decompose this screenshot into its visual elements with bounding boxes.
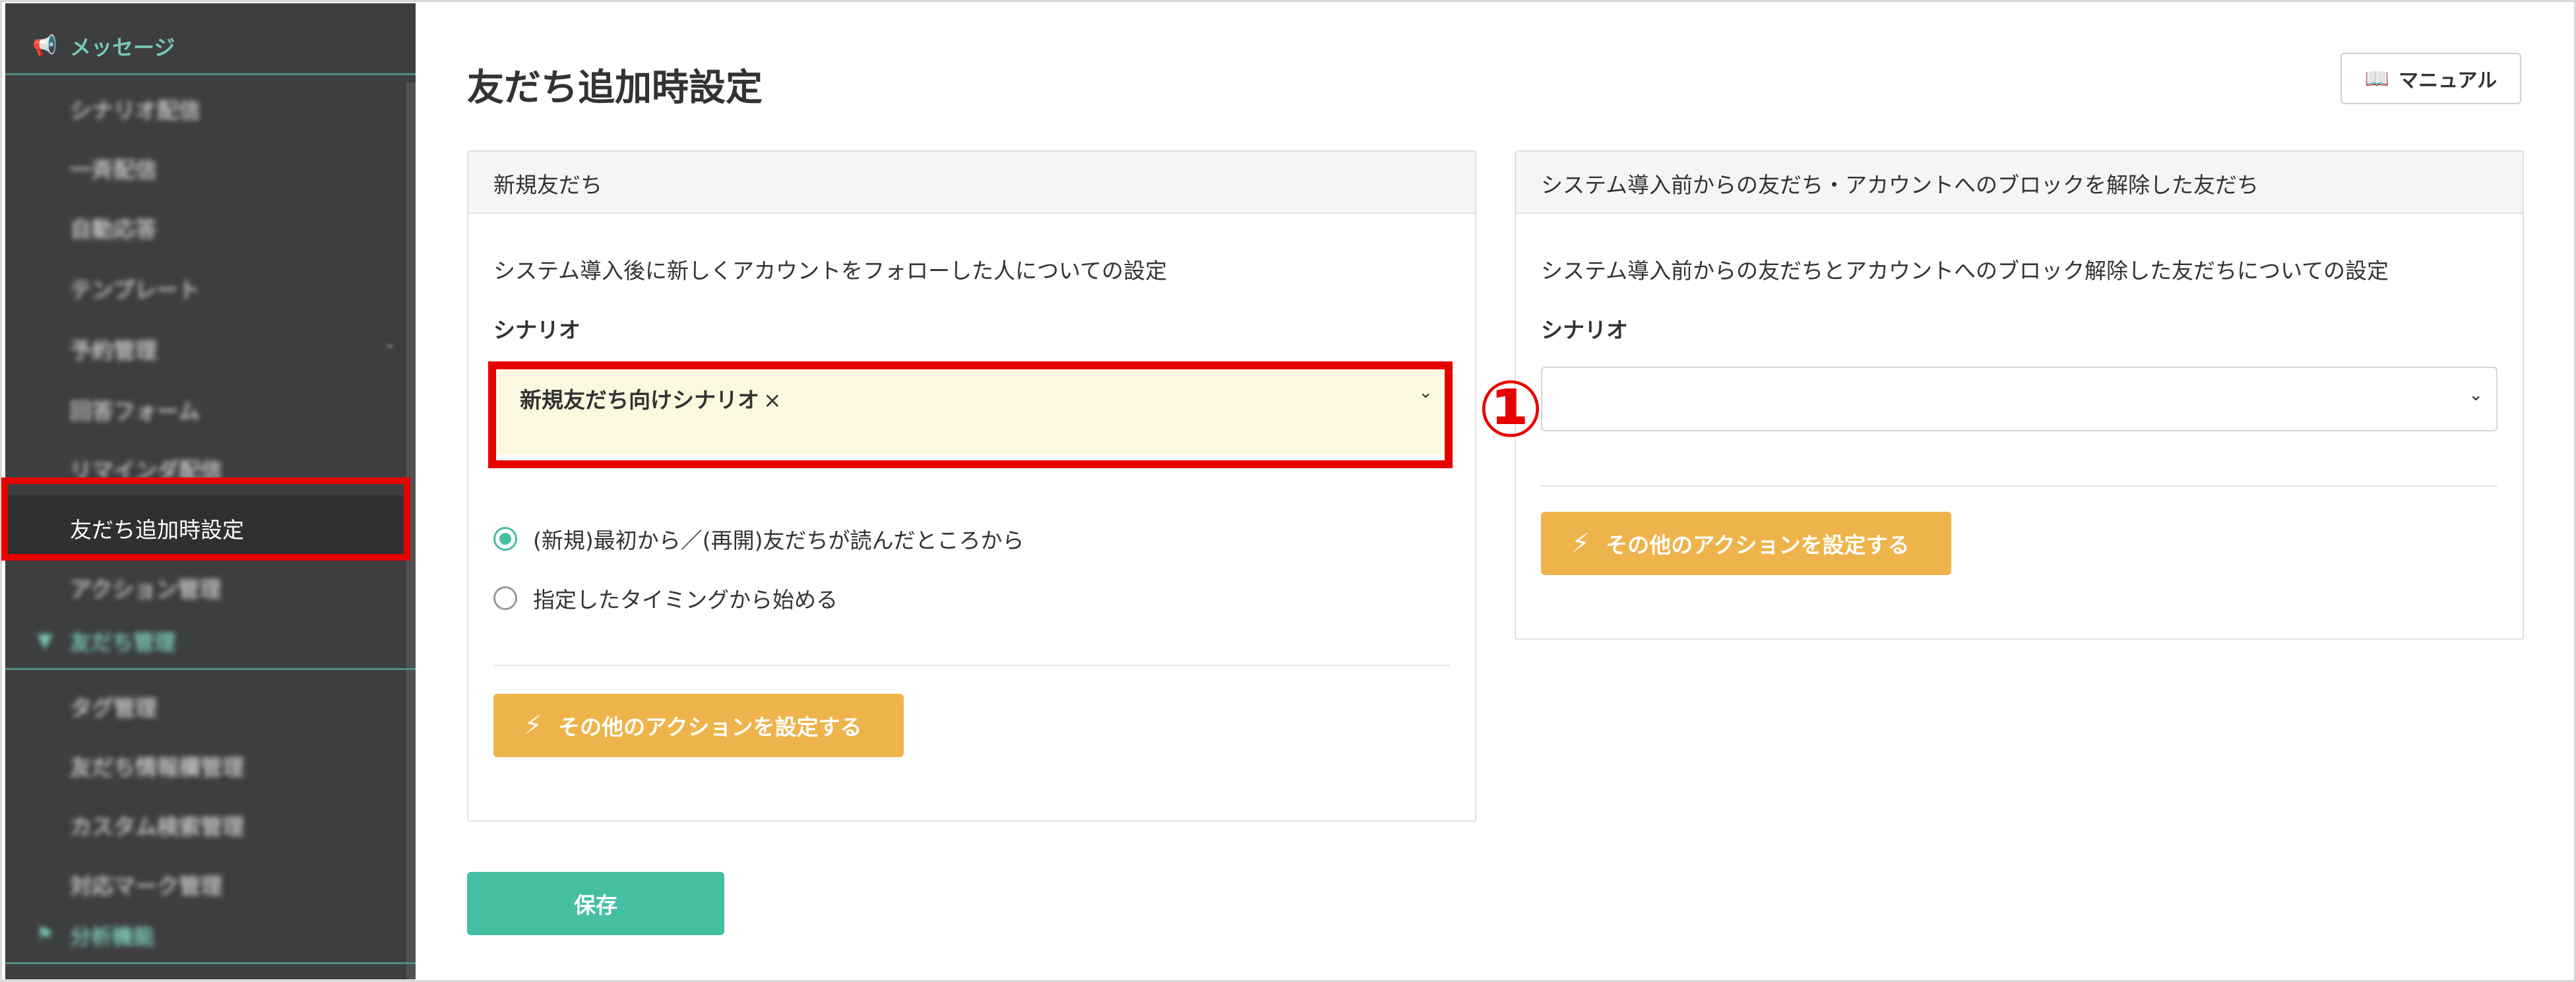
- sidebar-section-analysis[interactable]: ⚑ 分析機能: [5, 907, 416, 964]
- sidebar-item-label: アクション管理: [70, 576, 222, 602]
- sidebar-section-messages[interactable]: 📢 メッセージ: [5, 18, 416, 75]
- sidebar-section-label: メッセージ: [70, 35, 175, 60]
- book-icon: 📖: [2364, 67, 2390, 90]
- manual-button-label: マニュアル: [2399, 69, 2497, 92]
- sidebar-highlight-box: [1, 477, 410, 561]
- annotation-marker: ①: [1478, 363, 1544, 454]
- sidebar-item-template[interactable]: テンプレート: [5, 255, 406, 315]
- other-action-label: その他のアクションを設定する: [558, 714, 862, 740]
- lightning-icon: ⚡: [524, 710, 543, 741]
- panel-existing-friends: システム導入前からの友だち・アカウントへのブロックを解除した友だち システム導入…: [1515, 150, 2524, 640]
- page-title: 友だち追加時設定: [467, 67, 763, 109]
- radio-specified-timing[interactable]: 指定したタイミングから始める: [493, 582, 838, 615]
- manual-button[interactable]: 📖 マニュアル: [2340, 53, 2521, 104]
- panel-title: 新規友だち: [493, 172, 602, 198]
- scenario-label: シナリオ: [493, 317, 581, 343]
- sidebar-item-label: 予約管理: [70, 338, 157, 363]
- divider: [493, 665, 1450, 666]
- sidebar-item-scenario[interactable]: シナリオ配信: [5, 76, 406, 135]
- sidebar-section-friends[interactable]: ▼ 友だち管理: [5, 613, 416, 670]
- other-action-button[interactable]: ⚡ その他のアクションを設定する: [1541, 512, 1951, 575]
- other-action-button[interactable]: ⚡ その他のアクションを設定する: [493, 694, 904, 757]
- save-button-label: 保存: [574, 892, 617, 918]
- radio-start-from-beginning[interactable]: (新規)最初から／(再開)友だちが読んだところから: [493, 522, 1024, 555]
- sidebar-section-label: 分析機能: [70, 924, 155, 949]
- radio-label: 指定したタイミングから始める: [533, 587, 838, 613]
- sidebar-item-label: タグ管理: [70, 695, 157, 721]
- chevron-down-icon: ⌄: [383, 333, 397, 353]
- sidebar-item-label: 回答フォーム: [70, 398, 201, 424]
- sidebar-item-label: 対応マーク管理: [70, 873, 222, 899]
- scenario-label: シナリオ: [1541, 317, 1628, 343]
- panel-header: 新規友だち: [468, 152, 1475, 214]
- sidebar-item-reservation[interactable]: 予約管理 ⌄: [5, 316, 406, 375]
- other-action-label: その他のアクションを設定する: [1606, 532, 1910, 558]
- funnel-icon: ▼: [37, 629, 53, 652]
- sidebar-item-label: 友だち情報欄管理: [70, 754, 244, 780]
- panel-title: システム導入前からの友だち・アカウントへのブロックを解除した友だち: [1541, 172, 2259, 198]
- sidebar-item-action-management[interactable]: アクション管理: [5, 555, 406, 614]
- flag-icon: ⚑: [36, 923, 54, 946]
- panel-description: システム導入前からの友だちとアカウントへのブロック解除した友だちについての設定: [1541, 258, 2389, 284]
- chevron-down-icon[interactable]: ⌄: [2468, 385, 2483, 405]
- radio-button-checked[interactable]: [493, 527, 517, 551]
- panel-header: システム導入前からの友だち・アカウントへのブロックを解除した友だち: [1516, 152, 2523, 214]
- sidebar-item-tag[interactable]: タグ管理: [5, 673, 406, 733]
- panel-new-friends: 新規友だち システム導入後に新しくアカウントをフォローした人についての設定 シナ…: [467, 150, 1476, 822]
- sidebar-item-mark[interactable]: 対応マーク管理: [5, 851, 406, 911]
- sidebar-item-label: 自動応答: [70, 216, 157, 242]
- megaphone-icon: 📢: [32, 34, 57, 57]
- panel-description: システム導入後に新しくアカウントをフォローした人についての設定: [493, 258, 1168, 284]
- sidebar-item-form[interactable]: 回答フォーム: [5, 377, 406, 436]
- sidebar-item-label: カスタム検索管理: [70, 814, 244, 840]
- sidebar-item-label: テンプレート: [70, 277, 201, 303]
- radio-button-unchecked[interactable]: [493, 586, 517, 610]
- sidebar-item-auto-reply[interactable]: 自動応答: [5, 195, 406, 254]
- save-button[interactable]: 保存: [467, 872, 724, 935]
- scenario-select[interactable]: ⌄: [1541, 367, 2497, 431]
- sidebar-item-custom-search[interactable]: カスタム検索管理: [5, 792, 406, 851]
- radio-label: (新規)最初から／(再開)友だちが読んだところから: [533, 528, 1024, 553]
- lightning-icon: ⚡: [1571, 528, 1590, 559]
- sidebar-section-label: 友だち管理: [70, 630, 176, 655]
- sidebar-item-broadcast[interactable]: 一斉配信: [5, 135, 406, 195]
- sidebar-item-friend-info[interactable]: 友だち情報欄管理: [5, 733, 406, 792]
- divider: [1541, 485, 2497, 487]
- sidebar-item-label: 一斉配信: [70, 157, 157, 183]
- sidebar-item-label: シナリオ配信: [70, 98, 201, 123]
- scenario-highlight-box: [488, 361, 1453, 468]
